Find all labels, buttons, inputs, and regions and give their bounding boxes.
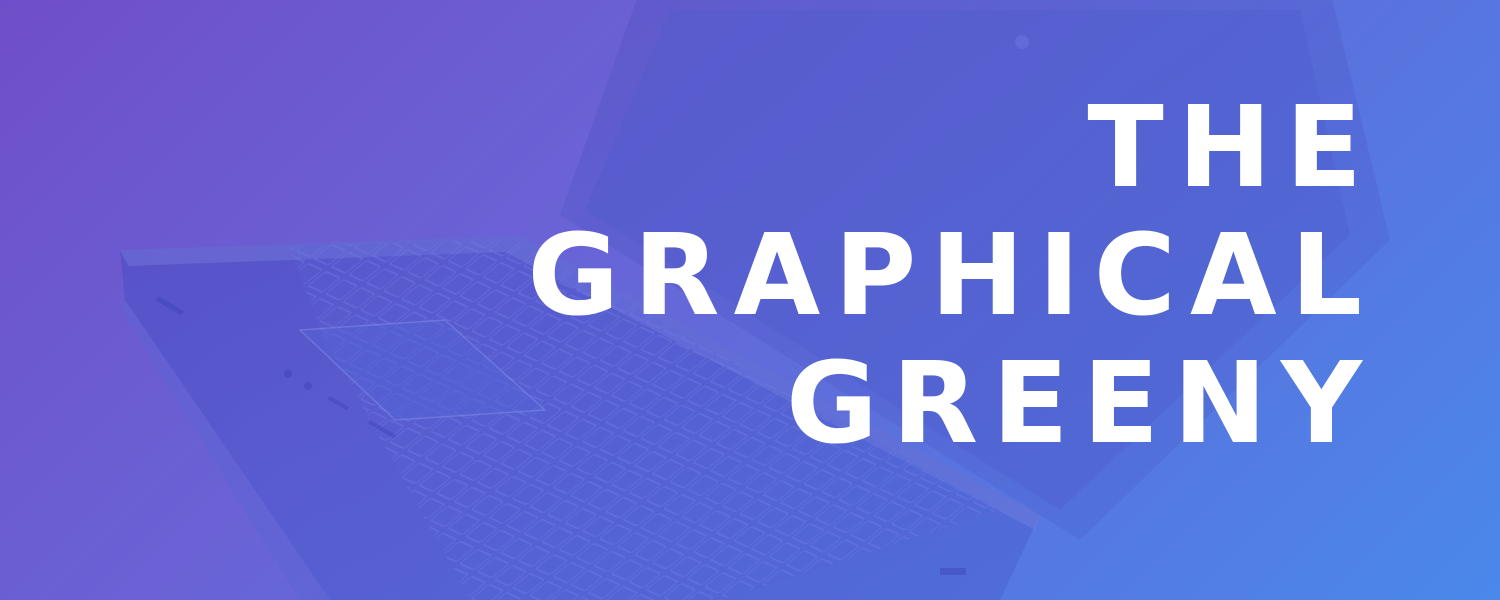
title-block: THE GRAPHICAL GREENY (527, 92, 1362, 476)
webcam-icon (1015, 35, 1029, 49)
title-line-2: GRAPHICAL (527, 211, 1376, 341)
title-line-1: THE (1087, 83, 1376, 213)
hero-banner: THE GRAPHICAL GREENY (0, 0, 1500, 600)
title-line-3: GREENY (785, 339, 1376, 469)
